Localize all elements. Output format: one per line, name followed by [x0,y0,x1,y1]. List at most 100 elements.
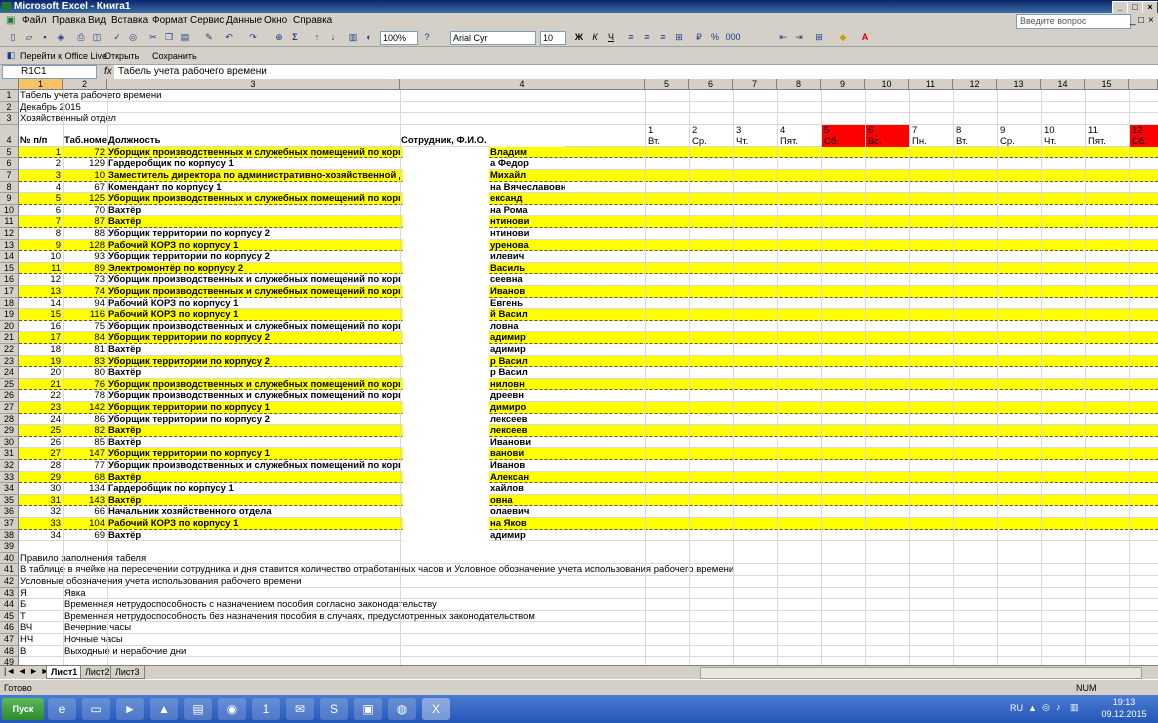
permission-icon[interactable]: ◈ [54,31,68,44]
note-cell[interactable]: В [19,646,63,656]
merge-center-icon[interactable]: ⊞ [672,31,686,44]
media-player-icon[interactable]: ► [116,698,144,720]
save-button[interactable]: Сохранить [152,49,197,63]
menu-window[interactable]: Окно [264,15,287,27]
cell-employee-name[interactable]: сеевна [489,274,565,285]
col-header-7[interactable]: 7 [733,79,777,90]
cell-employee-name[interactable]: а Федор [489,158,565,169]
cell-tab-number[interactable]: 77 [63,460,107,470]
row-header-1[interactable]: 1 [0,90,19,102]
cell-position[interactable]: Уборщик территории по корпусу 1 [107,402,400,412]
percent-button[interactable]: % [708,31,722,44]
cell-employee-name[interactable]: Иванов [489,286,565,296]
cell-position[interactable]: Гардеробщик по корпусу 1 [107,483,400,493]
day-weekday-7[interactable]: Пн. [911,136,953,147]
note-description[interactable]: Временная нетрудоспособность без назначе… [63,611,863,621]
cell-employee-name[interactable]: дреевн [489,390,565,401]
row-header-38[interactable]: 38 [0,529,19,542]
day-number-6[interactable]: 6 [867,125,909,136]
note-description[interactable]: Ночные часы [63,634,863,644]
formula-input[interactable]: Табель учета рабочего времени [114,65,1158,79]
menu-data[interactable]: Данные [226,15,262,27]
cell-no[interactable]: 2 [19,158,63,169]
col-header-16[interactable] [1129,79,1158,90]
cell-no[interactable]: 13 [19,286,63,296]
col-header-15[interactable]: 15 [1085,79,1129,90]
cell-tab-number[interactable]: 128 [63,240,107,250]
cell-employee-name[interactable]: адимир [489,530,565,540]
redo-icon[interactable]: ↷ [246,31,260,44]
cell-no[interactable]: 16 [19,321,63,331]
menu-tools[interactable]: Сервис [190,15,224,27]
note-description[interactable]: Выходные и нерабочие дни [63,646,863,656]
cell-tab-number[interactable]: 104 [63,518,107,528]
cell-position[interactable]: Уборщик производственных и служебных пом… [107,193,400,203]
row-header-35[interactable]: 35 [0,494,19,507]
cell-tab-number[interactable]: 94 [63,298,107,308]
row-header-19[interactable]: 19 [0,309,19,321]
day-weekday-3[interactable]: Чт. [735,136,777,147]
select-all-corner[interactable] [0,79,19,90]
cell-employee-name[interactable]: на Рома [489,205,565,215]
day-number-12[interactable]: 12 [1131,125,1158,136]
day-weekday-10[interactable]: Чт. [1043,136,1085,147]
cell-employee-name[interactable]: Евгень [489,298,565,308]
day-number-1[interactable]: 1 [647,125,689,136]
cell-employee-name[interactable]: нтинови [489,216,565,227]
cell-position[interactable]: Уборщик территории по корпусу 2 [107,356,400,366]
day-number-2[interactable]: 2 [691,125,733,136]
align-right-icon[interactable]: ≡ [656,31,670,44]
day-number-4[interactable]: 4 [779,125,821,136]
sort-ascending-icon[interactable]: ↑ [310,31,324,44]
cell-position[interactable]: Комендант по корпусу 1 [107,182,400,192]
col-header-14[interactable]: 14 [1041,79,1085,90]
row-header-11[interactable]: 11 [0,216,19,228]
cell-tab-number[interactable]: 142 [63,402,107,412]
cell-position[interactable]: Вахтёр [107,472,400,482]
cell-tab-number[interactable]: 68 [63,472,107,482]
cell-no[interactable]: 22 [19,390,63,401]
note-cell[interactable]: Я [19,588,63,598]
row-header-21[interactable]: 21 [0,332,19,344]
cell-employee-name[interactable]: димиро [489,402,565,412]
row-header-3[interactable]: 3 [0,113,19,125]
workbook-icon[interactable]: ▣ [6,15,15,27]
cell-employee-name[interactable]: адимир [489,344,565,354]
doc-restore-button[interactable]: □ [1138,15,1144,27]
cell-position[interactable]: Рабочий КОРЗ по корпусу 1 [107,309,400,319]
cell-tab-number[interactable]: 74 [63,286,107,296]
cell-no[interactable]: 34 [19,530,63,540]
row-header-12[interactable]: 12 [0,228,19,240]
row-header-7[interactable]: 7 [0,170,19,182]
cell-no[interactable]: 24 [19,414,63,424]
cell-tab-number[interactable]: 88 [63,228,107,238]
note-cell[interactable]: Условные обозначения учета использования… [19,576,919,586]
cell-no[interactable]: 11 [19,263,63,273]
menu-format[interactable]: Формат [152,15,188,27]
cell-position[interactable]: Уборщик территории по корпусу 2 [107,414,400,424]
cell-employee-name[interactable]: р Васил [489,367,565,377]
cell-tab-number[interactable]: 67 [63,182,107,192]
horizontal-scrollbar[interactable] [700,667,1142,679]
row-header-22[interactable]: 22 [0,344,19,356]
cell-employee-name[interactable]: илевич [489,251,565,261]
cell-tab-number[interactable]: 147 [63,448,107,459]
cell-tab-number[interactable]: 66 [63,506,107,517]
tray-arrow-icon[interactable]: ▲ [1028,703,1037,713]
col-header-10[interactable]: 10 [865,79,909,90]
tab-scroll-icon[interactable]: |◄ ◄ ► ►| [4,666,52,676]
cell-tab-number[interactable]: 129 [63,158,107,169]
title-cell[interactable]: Табель учета рабочего времени [19,90,619,100]
1c-icon[interactable]: 1 [252,698,280,720]
cell-position[interactable]: Вахтёр [107,437,400,447]
day-weekday-2[interactable]: Ср. [691,136,733,147]
header-tab-number[interactable]: Таб.номер [63,125,107,146]
note-description[interactable]: Вечерние часы [63,622,863,633]
cell-position[interactable]: Рабочий КОРЗ по корпусу 1 [107,240,400,250]
cell-tab-number[interactable]: 10 [63,170,107,180]
cell-tab-number[interactable]: 84 [63,332,107,343]
cell-employee-name[interactable]: р Васил [489,356,565,366]
sheet-tab-1[interactable]: Лист1 [46,666,83,679]
new-icon[interactable]: ▯ [6,31,20,44]
row-header-49[interactable]: 49 [0,657,19,665]
